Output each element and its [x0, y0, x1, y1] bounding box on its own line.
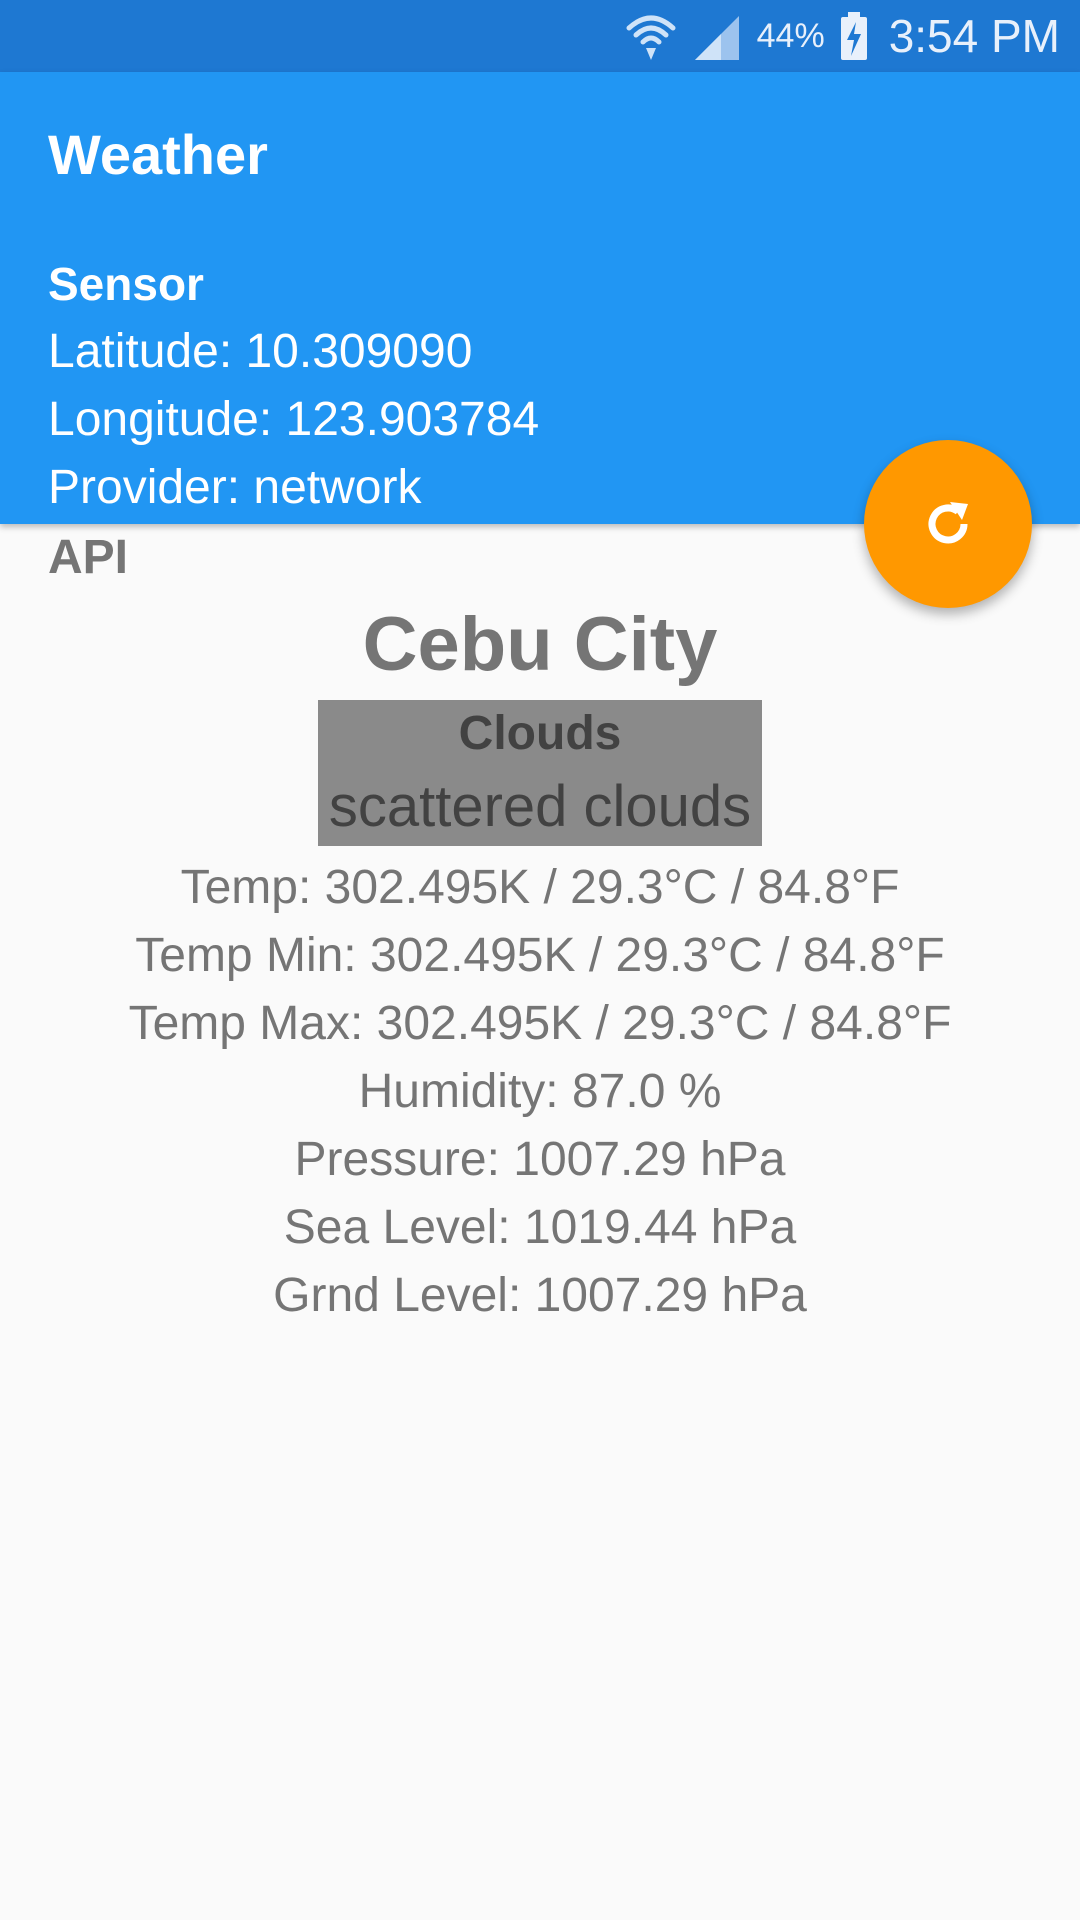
city-name: Cebu City	[362, 602, 718, 687]
temp-min-text: Temp Min: 302.495K / 29.3°C / 84.8°F	[135, 929, 945, 982]
weather-details: Temp: 302.495K / 29.3°C / 84.8°F Temp Mi…	[0, 854, 1080, 1330]
pressure-text: Pressure: 1007.29 hPa	[294, 1133, 786, 1186]
clock: 3:54 PM	[888, 10, 1060, 62]
latitude-text: Latitude: 10.309090	[48, 325, 473, 378]
longitude-text: Longitude: 123.903784	[48, 393, 540, 446]
sea-level-text: Sea Level: 1019.44 hPa	[283, 1201, 797, 1254]
refresh-button[interactable]	[864, 440, 1032, 608]
api-heading: API	[48, 531, 129, 584]
refresh-icon	[928, 502, 968, 544]
temp-text: Temp: 302.495K / 29.3°C / 84.8°F	[180, 861, 900, 914]
humidity-text: Humidity: 87.0 %	[358, 1065, 722, 1118]
condition-box: Clouds scattered clouds	[318, 700, 762, 846]
status-bar: 44% 3:54 PM	[0, 0, 1080, 72]
weather-section: Cebu City Clouds scattered clouds Temp: …	[0, 600, 1080, 1330]
condition-description: scattered clouds	[328, 774, 752, 839]
temp-max-text: Temp Max: 302.495K / 29.3°C / 84.8°F	[128, 997, 952, 1050]
wifi-icon	[626, 15, 676, 60]
condition-main: Clouds	[458, 707, 622, 760]
sensor-heading: Sensor	[48, 258, 204, 310]
battery-charging-icon	[840, 12, 867, 60]
battery-percent: 44%	[756, 16, 825, 55]
provider-text: Provider: network	[48, 461, 422, 514]
app-title: Weather	[48, 123, 268, 186]
ground-level-text: Grnd Level: 1007.29 hPa	[273, 1269, 807, 1322]
status-icons: 44% 3:54 PM	[625, 0, 1060, 72]
sensor-section: Sensor Latitude: 10.309090 Longitude: 12…	[48, 250, 539, 522]
signal-icon	[694, 16, 739, 60]
